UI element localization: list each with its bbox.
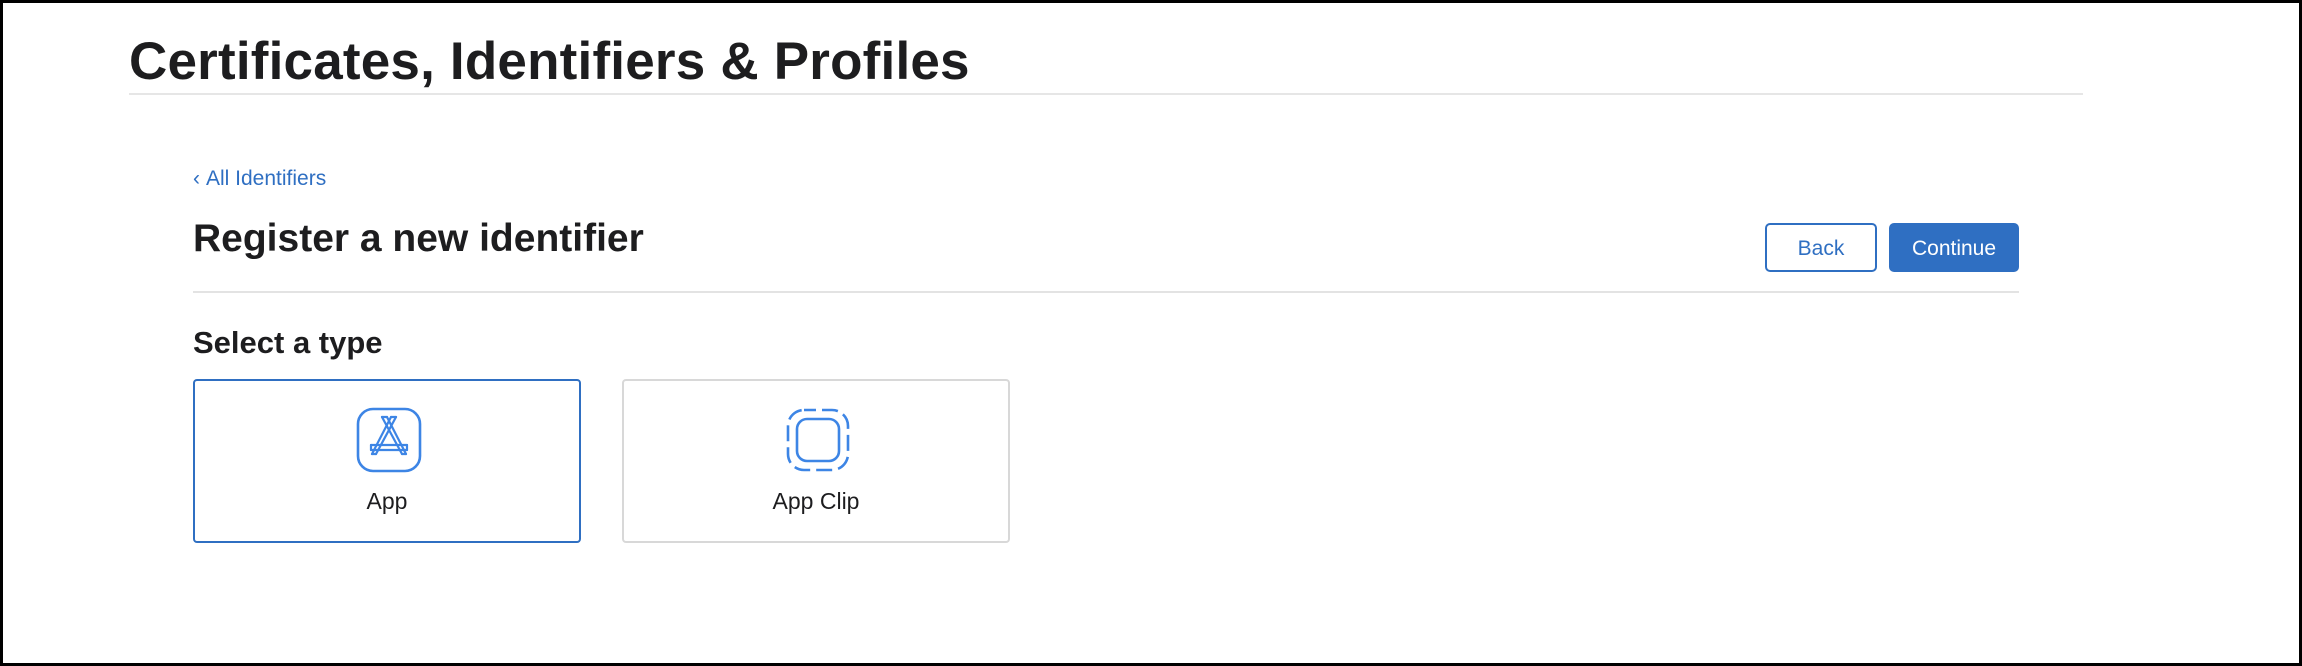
page-header: Certificates, Identifiers & Profiles [129,31,2083,95]
section-divider [193,291,2019,293]
page-title: Register a new identifier [193,217,644,260]
chevron-left-icon: ‹ [193,167,200,190]
site-title: Certificates, Identifiers & Profiles [129,32,970,91]
type-option-app-clip[interactable]: App Clip [622,379,1010,543]
main-content: ‹ All Identifiers Register a new identifi… [193,163,2019,563]
app-clip-icon [786,408,850,472]
breadcrumb-label: All Identifiers [206,167,327,190]
type-option-label: App Clip [772,488,860,514]
type-option-app[interactable]: App [193,379,581,543]
window-frame: Certificates, Identifiers & Profiles ‹ Al… [0,0,2302,666]
back-button[interactable]: Back [1765,223,1877,272]
breadcrumb-all-identifiers[interactable]: ‹ All Identifiers [193,163,326,195]
type-option-label: App [366,488,408,514]
app-store-icon [356,407,422,473]
select-type-heading: Select a type [193,325,383,360]
continue-button[interactable]: Continue [1889,223,2019,272]
